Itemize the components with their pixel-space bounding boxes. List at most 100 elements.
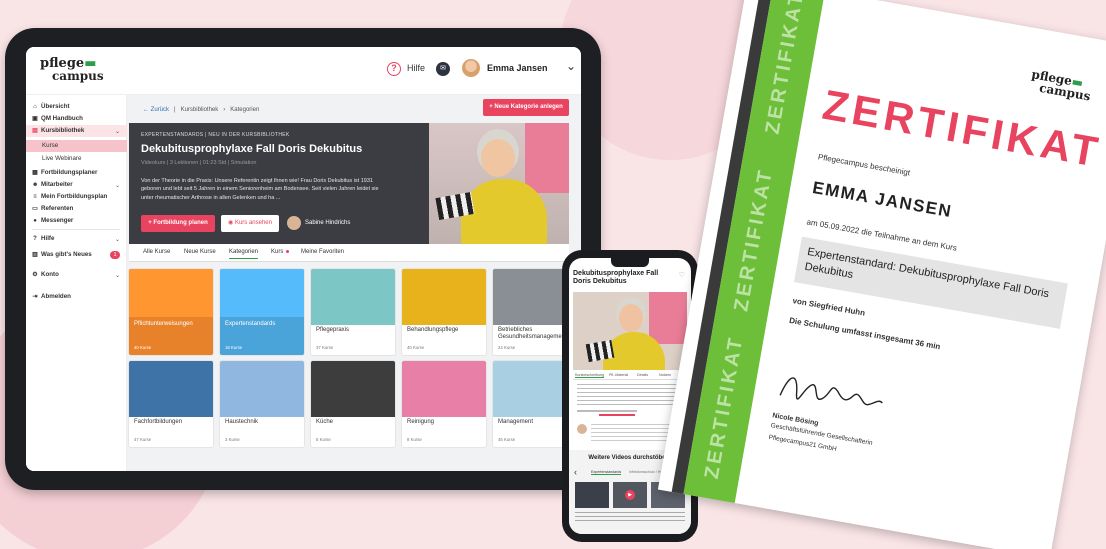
news-badge: 1	[110, 251, 120, 259]
sidebar-item-messenger[interactable]: ● Messenger	[32, 217, 73, 224]
phone-notch	[611, 258, 649, 267]
chevron-down-icon[interactable]: ⌄	[115, 182, 120, 189]
plan-training-button[interactable]: + Fortbildung planen	[141, 215, 215, 232]
tab-neue-kurse[interactable]: Neue Kurse	[184, 249, 216, 255]
breadcrumb-kursbibliothek[interactable]: Kursbibliothek	[181, 107, 219, 113]
category-card[interactable]: Fachfortbildungen 47 Kurse	[129, 361, 213, 447]
sidebar-item-label: QM Handbuch	[41, 115, 83, 122]
presenter-icon: ▭	[32, 206, 38, 212]
tab-alle-kurse[interactable]: Alle Kurse	[143, 249, 170, 255]
sidebar-item-referenten[interactable]: ▭ Referenten	[32, 205, 73, 212]
sidebar-item-mein-fortbildungsplan[interactable]: ≡ Mein Fortbildungsplan	[32, 193, 107, 200]
people-icon: ☻	[32, 181, 39, 188]
list-icon: ≡	[33, 193, 37, 200]
category-card[interactable]: Haustechnik 3 Kurse	[220, 361, 304, 447]
tablet-screen: pflege▬ campus ? Hilfe ✉ Emma Jansen ⌄ ⌂…	[26, 47, 581, 471]
category-card[interactable]: Pflichtunterweisungen 40 Kurse	[129, 269, 213, 355]
tab-notizen[interactable]: Notizen	[659, 373, 671, 377]
category-card-image	[129, 269, 213, 317]
chevron-down-icon[interactable]: ⌄	[115, 236, 120, 243]
tablet-device: pflege▬ campus ? Hilfe ✉ Emma Jansen ⌄ ⌂…	[5, 28, 601, 490]
breadcrumb: ← Zurück | Kursbibliothek › Kategorien	[143, 107, 259, 113]
pflegecampus-logo[interactable]: pflege▬ campus	[40, 57, 104, 82]
tab-kurse[interactable]: Kurs	[271, 249, 283, 255]
video-thumb[interactable]	[575, 482, 609, 508]
tab-kategorien[interactable]: Kategorien	[229, 249, 259, 259]
sidebar-item-kurse[interactable]: Kurse	[42, 142, 58, 149]
chevron-down-icon[interactable]: ⌄	[115, 272, 120, 279]
chevron-left-icon[interactable]: ‹	[574, 467, 577, 477]
category-card-count: 37 Kurse	[316, 345, 334, 350]
sidebar-item-was-gibts-neues[interactable]: ▥ Was gibt's Neues	[32, 251, 92, 258]
sidebar-item-mitarbeiter[interactable]: ☻ Mitarbeiter	[32, 181, 73, 188]
play-icon[interactable]: ▶	[625, 490, 635, 500]
phone-tab-bar: Kursbeschreibung Pfl.-Material Details N…	[573, 372, 687, 380]
calendar-icon: ▦	[32, 170, 38, 176]
sidebar-item-qm-handbuch[interactable]: ▣ QM Handbuch	[32, 115, 83, 122]
phone-speaker-bio	[591, 424, 677, 444]
news-icon: ▥	[32, 252, 38, 258]
sidebar-item-hilfe[interactable]: ? Hilfe	[32, 235, 54, 242]
sidebar-item-fortbildungsplaner[interactable]: ▦ Fortbildungsplaner	[32, 169, 97, 176]
certificate-logo: pflege▬ campus	[1029, 67, 1094, 103]
chevron-down-icon[interactable]: ⌄	[566, 59, 576, 73]
speaker-avatar	[287, 216, 301, 230]
heart-icon[interactable]: ♡	[679, 271, 685, 279]
messages-icon[interactable]: ✉	[436, 62, 450, 76]
tab-meine-favoriten[interactable]: Meine Favoriten	[301, 249, 344, 255]
hero-meta: Videokurs | 3 Lektionen | 01:23 Std | Si…	[141, 160, 257, 166]
tab-details[interactable]: Details	[637, 373, 648, 377]
help-link[interactable]: Hilfe	[407, 63, 425, 73]
category-card-count: 5 Kurse	[316, 437, 331, 442]
sidebar-item-abmelden[interactable]: ⇥ Abmelden	[32, 293, 71, 300]
phone-attachment-row	[577, 410, 637, 412]
certificate-course-box: Expertenstandard: Dekubitusprophylaxe Fa…	[793, 236, 1068, 329]
category-card[interactable]: Behandlungspflege 40 Kurse	[402, 269, 486, 355]
phone-speaker-avatar	[577, 424, 587, 434]
phone-video-thumbnail[interactable]	[573, 292, 687, 370]
breadcrumb-kategorien: Kategorien	[230, 107, 260, 113]
chevron-down-icon[interactable]: ⌄	[115, 128, 120, 135]
help-icon[interactable]: ?	[387, 62, 401, 76]
presenter-head	[481, 139, 515, 177]
certificate-recipient: EMMA JANSEN	[811, 177, 954, 222]
back-link[interactable]: ← Zurück	[143, 107, 169, 113]
pink-backdrop	[525, 123, 569, 193]
user-name[interactable]: Emma Jansen	[487, 63, 548, 73]
sidebar-item-label: Mitarbeiter	[41, 181, 73, 188]
sidebar-item-label: Kurse	[42, 142, 59, 149]
tab-kursbeschreibung[interactable]: Kursbeschreibung	[575, 373, 604, 378]
sidebar: ⌂ Übersicht ▣ QM Handbuch ▤ Kursbibliothek …	[26, 95, 127, 471]
phone-course-title: Dekubitusprophylaxe Fall Doris Dekubitus	[573, 270, 659, 286]
category-card[interactable]: Pflegepraxis 37 Kurse	[311, 269, 395, 355]
sidebar-item-live-webinare[interactable]: Live Webinare	[42, 155, 81, 162]
breadcrumb-separator: |	[174, 107, 176, 113]
category-card-image	[311, 269, 395, 325]
avatar[interactable]	[462, 59, 480, 77]
sidebar-item-label: Hilfe	[41, 235, 55, 242]
sidebar-item-label: Abmelden	[41, 293, 71, 300]
sidebar-item-kursbibliothek[interactable]: ▤ Kursbibliothek	[32, 127, 84, 134]
speaker-name[interactable]: Sabine Hindrichs	[305, 220, 350, 226]
category-card[interactable]: Küche 5 Kurse	[311, 361, 395, 447]
phone-attachment-link[interactable]	[599, 414, 635, 416]
new-category-button[interactable]: + Neue Kategorie anlegen	[483, 99, 569, 116]
hero-title: Dekubitusprophylaxe Fall Doris Dekubitus	[141, 143, 363, 155]
phone-screen: Dekubitusprophylaxe Fall Doris Dekubitus…	[569, 258, 691, 534]
category-card-image	[220, 361, 304, 417]
sidebar-item-label: Messenger	[41, 217, 74, 224]
category-card-title: Reinigung	[407, 419, 435, 425]
category-card-image	[220, 269, 304, 317]
category-card[interactable]: Expertenstandards 18 Kurse	[220, 269, 304, 355]
category-card-title: Pflichtunterweisungen	[134, 321, 193, 327]
sidebar-item-konto[interactable]: ⚙ Konto	[32, 271, 59, 278]
category-card-title: Fachfortbildungen	[134, 419, 183, 425]
category-card[interactable]: Reinigung 8 Kurse	[402, 361, 486, 447]
sidebar-item-uebersicht[interactable]: ⌂ Übersicht	[32, 103, 69, 110]
view-course-button[interactable]: ◉ Kurs ansehen	[221, 215, 279, 232]
sidebar-item-label: Referenten	[41, 205, 74, 212]
sidebar-item-label: Konto	[41, 271, 59, 278]
filter-chip-expertenstandards[interactable]: Expertenstandards	[591, 470, 622, 475]
sidebar-item-label: Fortbildungsplaner	[41, 169, 98, 176]
tab-material[interactable]: Pfl.-Material	[609, 373, 628, 377]
